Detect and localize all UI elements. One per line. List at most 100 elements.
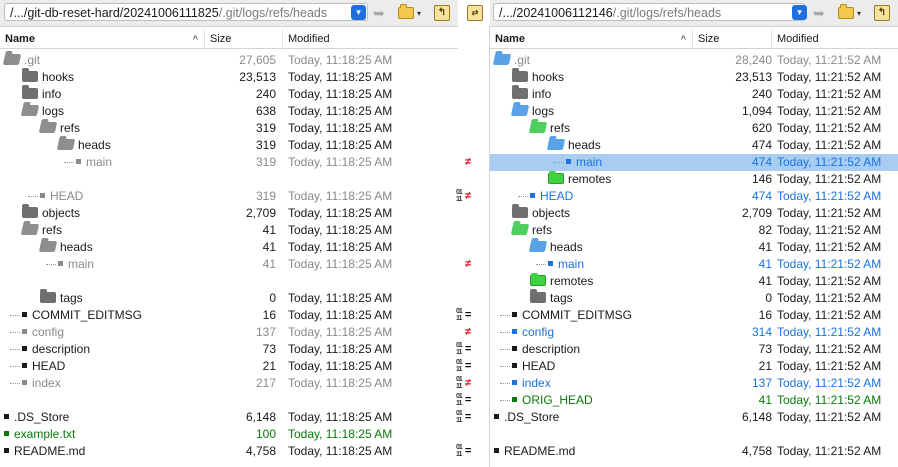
file-name: objects [42, 206, 81, 220]
not-equal-icon: ≠ [465, 258, 472, 270]
file-row[interactable]: info 240 Today, 11:18:25 AM [0, 85, 456, 103]
equal-marker: 01 11 = [456, 409, 482, 426]
file-row[interactable]: HEAD 319 Today, 11:18:25 AM [0, 188, 456, 205]
file-name: HEAD [522, 359, 556, 373]
parent-folder-icon[interactable]: ↰ [874, 4, 890, 22]
file-row[interactable]: heads 41 Today, 11:18:25 AM [0, 239, 456, 256]
file-row[interactable]: description 73 Today, 11:18:25 AM [0, 341, 456, 358]
file-size: 319 [255, 121, 276, 135]
size-column-header[interactable]: Size [205, 30, 283, 48]
file-row[interactable]: COMMIT_EDITMSG 16 Today, 11:18:25 AM [0, 307, 456, 324]
not-equal-icon: ≠ [465, 377, 472, 389]
file-row[interactable]: HEAD 21 Today, 11:18:25 AM [0, 358, 456, 375]
file-row[interactable]: heads 319 Today, 11:18:25 AM [0, 137, 456, 154]
tree-connector [518, 196, 528, 197]
chevron-down-icon[interactable]: ▾ [792, 5, 807, 20]
parent-folder-icon[interactable]: ↰ [434, 4, 450, 22]
file-row[interactable]: ORIG_HEAD 41 Today, 11:21:52 AM [490, 392, 898, 409]
size-column-header[interactable]: Size [693, 30, 772, 48]
tree-connector [28, 196, 38, 197]
file-modified: Today, 11:18:25 AM [288, 70, 393, 84]
file-row[interactable]: README.md 4,758 Today, 11:18:25 AM [0, 443, 456, 460]
file-row[interactable]: objects 2,709 Today, 11:18:25 AM [0, 204, 456, 222]
file-icon [530, 193, 535, 198]
file-row[interactable]: example.txt 100 Today, 11:18:25 AM [0, 426, 456, 443]
file-icon [512, 346, 517, 351]
file-row[interactable]: logs 1,094 Today, 11:21:52 AM [490, 103, 898, 120]
file-icon [512, 363, 517, 368]
reload-arrow-icon[interactable]: ➥ [373, 4, 385, 22]
file-size: 474 [751, 138, 772, 152]
file-size: 319 [255, 189, 276, 203]
file-size: 0 [269, 291, 276, 305]
modified-column-header[interactable]: Modified [283, 30, 458, 48]
file-row[interactable]: refs 319 Today, 11:18:25 AM [0, 120, 456, 137]
reload-arrow-icon[interactable]: ➥ [813, 4, 825, 22]
file-row[interactable]: heads 474 Today, 11:21:52 AM [490, 137, 898, 154]
name-column-header[interactable]: Name ^ [490, 30, 693, 48]
name-column-header[interactable]: Name ^ [0, 30, 205, 48]
file-row[interactable]: main 41 Today, 11:18:25 AM [0, 256, 456, 273]
file-row[interactable]: .git 27,605 Today, 11:18:25 AM [0, 52, 456, 69]
file-row[interactable]: hooks 23,513 Today, 11:21:52 AM [490, 68, 898, 86]
file-row[interactable]: tags 0 Today, 11:18:25 AM [0, 289, 456, 307]
file-row[interactable]: remotes 41 Today, 11:21:52 AM [490, 273, 898, 290]
file-modified: Today, 11:21:52 AM [777, 138, 882, 152]
file-row[interactable]: tags 0 Today, 11:21:52 AM [490, 289, 898, 307]
equal-marker: 01 11 = [456, 392, 482, 409]
folder-icon[interactable]: ▾ [398, 4, 421, 22]
file-size: 2,709 [741, 206, 772, 220]
folder-icon[interactable]: ▾ [838, 4, 861, 22]
right-path-field[interactable]: /.../20241006112146/.git/logs/refs/heads [493, 3, 805, 21]
left-path-field[interactable]: /.../git-db-reset-hard/20241006111825/.g… [4, 3, 368, 21]
binary-icon: 01 11 [456, 189, 463, 204]
file-row[interactable]: .DS_Store 6,148 Today, 11:21:52 AM [490, 409, 898, 426]
file-size: 100 [255, 427, 276, 441]
chevron-down-icon[interactable]: ▾ [351, 5, 366, 20]
tree-connector [500, 366, 510, 367]
file-row[interactable]: config 137 Today, 11:18:25 AM [0, 324, 456, 341]
file-row[interactable]: remotes 146 Today, 11:21:52 AM [490, 171, 898, 188]
file-row[interactable]: refs 82 Today, 11:21:52 AM [490, 222, 898, 239]
tree-connector [554, 162, 564, 163]
binary-icon: 01 11 [456, 308, 463, 323]
file-size: 319 [255, 155, 276, 169]
equal-marker: 01 11 = [456, 443, 482, 460]
file-name: README.md [504, 444, 576, 458]
folder-icon [492, 54, 512, 65]
file-row[interactable]: description 73 Today, 11:21:52 AM [490, 341, 898, 358]
file-size: 21 [262, 359, 276, 373]
file-row[interactable]: refs 41 Today, 11:18:25 AM [0, 222, 456, 239]
file-row[interactable]: index 217 Today, 11:18:25 AM [0, 375, 456, 392]
file-row[interactable]: COMMIT_EDITMSG 16 Today, 11:21:52 AM [490, 307, 898, 324]
file-row[interactable]: info 240 Today, 11:21:52 AM [490, 85, 898, 103]
file-name: refs [550, 121, 571, 135]
not-equal-icon: ≠ [465, 326, 472, 338]
file-row[interactable]: hooks 23,513 Today, 11:18:25 AM [0, 68, 456, 86]
file-row[interactable]: config 314 Today, 11:21:52 AM [490, 324, 898, 341]
file-row[interactable]: README.md 4,758 Today, 11:21:52 AM [490, 443, 898, 460]
swap-icon[interactable]: ⇄ [467, 4, 483, 22]
file-modified: Today, 11:18:25 AM [288, 87, 393, 101]
file-name: config [522, 325, 555, 339]
file-row[interactable]: main 474 Today, 11:21:52 AM [490, 154, 898, 171]
modified-column-header[interactable]: Modified [772, 30, 898, 48]
file-modified: Today, 11:21:52 AM [777, 325, 882, 339]
file-name: heads [568, 138, 601, 152]
file-row[interactable]: objects 2,709 Today, 11:21:52 AM [490, 204, 898, 222]
file-row[interactable]: main 41 Today, 11:21:52 AM [490, 256, 898, 273]
file-modified: Today, 11:18:25 AM [288, 53, 393, 67]
file-modified: Today, 11:21:52 AM [777, 342, 882, 356]
file-row[interactable]: .git 28,240 Today, 11:21:52 AM [490, 52, 898, 69]
file-row[interactable]: heads 41 Today, 11:21:52 AM [490, 239, 898, 256]
file-row[interactable]: .DS_Store 6,148 Today, 11:18:25 AM [0, 409, 456, 426]
file-row[interactable]: index 137 Today, 11:21:52 AM [490, 375, 898, 392]
file-row[interactable]: logs 638 Today, 11:18:25 AM [0, 103, 456, 120]
file-row[interactable]: HEAD 474 Today, 11:21:52 AM [490, 188, 898, 205]
file-row[interactable]: main 319 Today, 11:18:25 AM [0, 154, 456, 171]
file-row[interactable]: HEAD 21 Today, 11:21:52 AM [490, 358, 898, 375]
binary-icon: 01 11 [456, 376, 463, 391]
file-row[interactable]: refs 620 Today, 11:21:52 AM [490, 120, 898, 137]
tree-connector [500, 349, 510, 350]
folder-icon [38, 241, 58, 252]
